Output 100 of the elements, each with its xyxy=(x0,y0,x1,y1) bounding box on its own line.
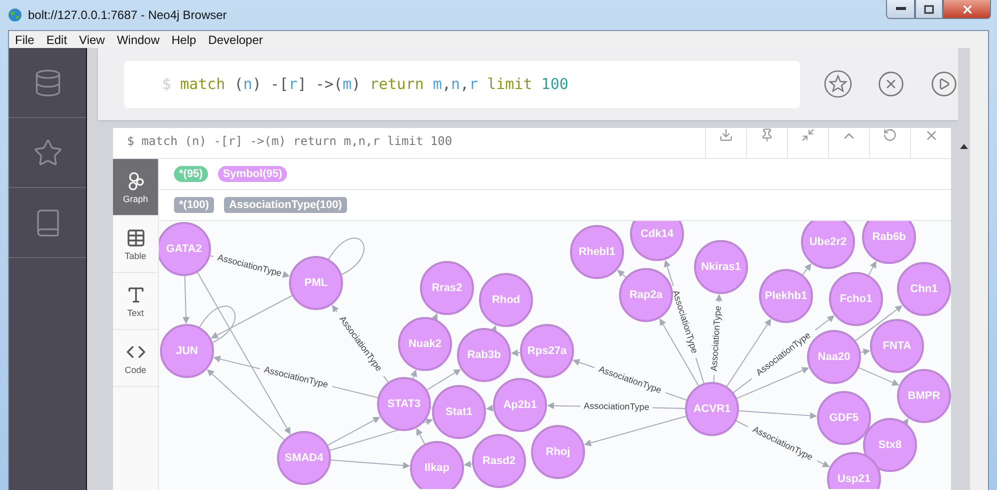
graph-node[interactable] xyxy=(160,324,214,378)
window-title: bolt://127.0.0.1:7687 - Neo4j Browser xyxy=(28,8,227,22)
run-button[interactable] xyxy=(929,69,958,99)
relationship-arrow xyxy=(854,305,902,342)
relationship-arrow xyxy=(182,274,190,324)
graph-node[interactable] xyxy=(520,324,574,378)
graph-node[interactable] xyxy=(289,256,343,310)
table-icon xyxy=(126,228,146,248)
close-button[interactable] xyxy=(943,0,991,19)
graph-node[interactable] xyxy=(829,272,883,326)
relationship-line xyxy=(652,407,686,409)
menu-item[interactable]: Developer xyxy=(202,32,269,46)
graph-node[interactable] xyxy=(862,221,916,264)
graph-node[interactable] xyxy=(472,434,526,488)
download-icon xyxy=(719,128,733,142)
relationship-arrow xyxy=(572,358,595,368)
text-icon xyxy=(126,284,146,304)
minimize-icon xyxy=(896,7,906,11)
node-label: Rhebl1 xyxy=(578,246,616,258)
node-label: Cdk14 xyxy=(640,228,674,240)
node-label: Fcho1 xyxy=(840,292,872,305)
graph-node[interactable] xyxy=(897,262,951,316)
graph-icon xyxy=(126,170,146,190)
node-label: Rab3b xyxy=(467,348,501,361)
menu-item[interactable]: View xyxy=(73,32,111,46)
node-label: Rasd2 xyxy=(482,454,516,467)
node-label: Rras2 xyxy=(432,282,462,294)
graph-node[interactable] xyxy=(493,378,547,432)
relationship-line xyxy=(665,392,688,401)
node-label: Naa20 xyxy=(818,350,850,363)
node-label: Stx8 xyxy=(878,438,902,451)
graph-node[interactable] xyxy=(817,391,871,445)
collapse-icon xyxy=(801,128,815,142)
refresh-icon xyxy=(883,128,897,142)
query-text: $ match (n) -[r] ->(m) return m,n,r limit 100 xyxy=(162,75,568,93)
node-label: Ilkap xyxy=(424,462,450,474)
node-label: Rap2a xyxy=(629,288,663,301)
menu-item[interactable]: File xyxy=(9,32,40,46)
node-label: Usp21 xyxy=(837,472,871,485)
relationship-arrow xyxy=(617,270,627,278)
relationship-arrow xyxy=(857,366,900,386)
graph-node[interactable] xyxy=(432,385,486,439)
graph-node[interactable] xyxy=(897,369,951,423)
menu-item[interactable]: Window xyxy=(110,32,166,46)
relationship-arrow xyxy=(332,304,339,313)
node-label: JUN xyxy=(176,344,198,357)
relationship-arrow xyxy=(510,349,522,356)
graph-node[interactable] xyxy=(398,317,452,371)
node-label: GATA2 xyxy=(166,242,202,255)
scroll-up-icon[interactable] xyxy=(960,144,968,149)
minimize-button[interactable] xyxy=(886,0,915,19)
node-label: Nkiras1 xyxy=(701,260,741,273)
relationship-arrow xyxy=(486,404,495,412)
relationship-line xyxy=(383,375,390,384)
graph-node[interactable] xyxy=(863,418,917,472)
graph-node[interactable] xyxy=(870,319,924,373)
graph-node[interactable] xyxy=(277,431,331,485)
relationship-loop xyxy=(328,238,364,276)
graph-node[interactable] xyxy=(420,261,474,315)
relationship-arrow xyxy=(410,369,418,380)
node-label: ACVR1 xyxy=(693,402,731,415)
graph-node[interactable] xyxy=(377,377,431,431)
node-label: Stat1 xyxy=(446,406,472,418)
node-label: STAT3 xyxy=(387,398,421,410)
close-icon xyxy=(960,2,974,16)
star-icon[interactable] xyxy=(32,138,62,168)
node-label: PML xyxy=(304,276,328,289)
graph-node[interactable] xyxy=(619,268,673,322)
relationship-label: AssociationType xyxy=(708,305,723,372)
graph-node[interactable] xyxy=(410,441,464,489)
graph-node[interactable] xyxy=(827,452,881,489)
relationship-arrow xyxy=(664,260,674,287)
relationship-line xyxy=(695,357,705,385)
graph-node[interactable] xyxy=(759,269,813,323)
query-editor[interactable]: $ match (n) -[r] ->(m) return m,n,r limit 100 xyxy=(124,60,800,108)
favorite-button[interactable] xyxy=(824,69,852,99)
graph-node[interactable] xyxy=(630,221,684,261)
graph-node[interactable] xyxy=(479,273,533,327)
relationship-arrow xyxy=(868,260,876,277)
node-label: Rhod xyxy=(492,294,520,306)
view-tab[interactable]: Graph xyxy=(113,159,158,216)
result-query-text: $ match (n) -[r] ->(m) return m,n,r limit 100 xyxy=(126,134,454,148)
node-label: Plekhb1 xyxy=(764,290,808,302)
graph-node[interactable] xyxy=(685,382,739,436)
maximize-icon xyxy=(924,4,934,14)
relationship-arrow xyxy=(426,369,461,391)
maximize-button[interactable] xyxy=(915,0,943,19)
graph-node[interactable] xyxy=(531,425,585,479)
graph-node[interactable] xyxy=(801,221,855,269)
relationship-loop xyxy=(198,306,236,344)
relationship-line xyxy=(734,420,749,428)
graph-node[interactable] xyxy=(457,328,511,382)
graph-node[interactable] xyxy=(570,225,624,279)
node-label: SMAD4 xyxy=(284,452,324,464)
node-label: GDF5 xyxy=(829,412,859,424)
menu-item[interactable]: Help xyxy=(166,32,202,46)
clear-button[interactable] xyxy=(876,69,906,99)
node-label: Chn1 xyxy=(910,282,938,295)
menu-item[interactable]: Edit xyxy=(40,32,74,46)
graph-node[interactable] xyxy=(159,222,211,276)
